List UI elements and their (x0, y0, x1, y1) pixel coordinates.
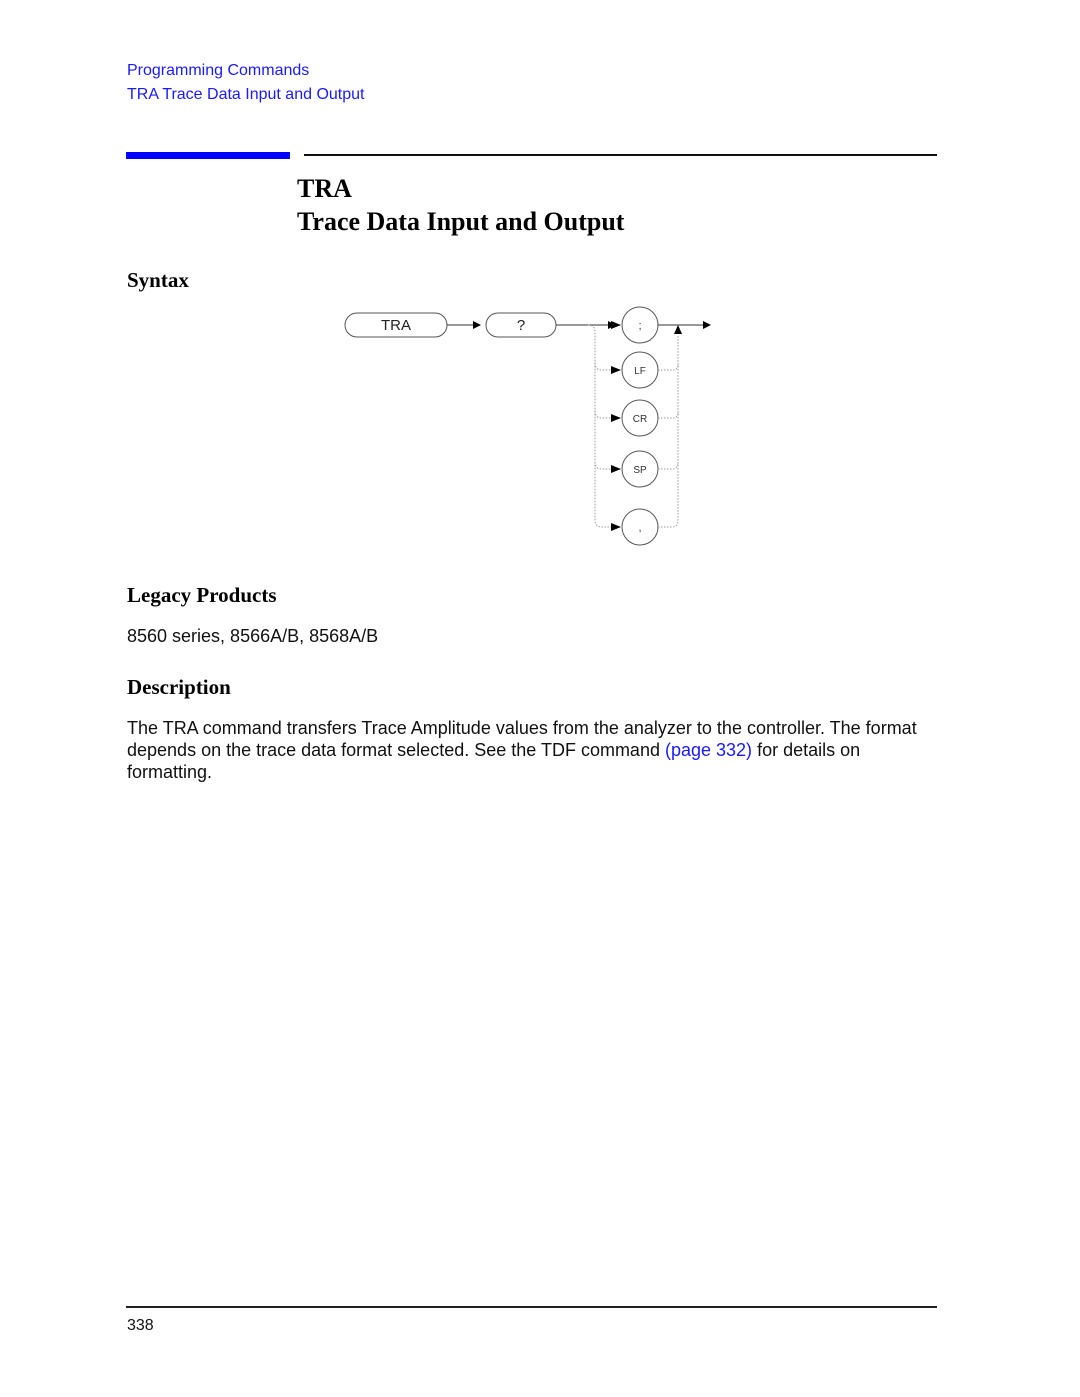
svg-text:,: , (638, 522, 641, 534)
syntax-node-command: TRA (344, 312, 448, 338)
syntax-terminator-lf: LF (621, 351, 659, 389)
description-heading: Description (127, 675, 231, 699)
breadcrumb-link-tra[interactable]: TRA Trace Data Input and Output (127, 83, 364, 107)
syntax-terminator-semicolon: ; (621, 306, 659, 344)
command-title: TRA (297, 174, 352, 203)
command-subtitle: Trace Data Input and Output (297, 207, 625, 236)
syntax-node-query: ? (485, 312, 557, 338)
syntax-branch-right (658, 336, 679, 528)
syntax-terminator-sp: SP (621, 450, 659, 488)
legacy-products-heading: Legacy Products (127, 583, 277, 607)
section-accent-bar (126, 152, 290, 159)
svg-text:SP: SP (633, 465, 647, 476)
syntax-terminator-comma: , (621, 508, 659, 546)
syntax-command-label: TRA (381, 317, 411, 334)
syntax-heading: Syntax (127, 268, 189, 292)
breadcrumb: Programming Commands TRA Trace Data Inpu… (127, 59, 364, 107)
svg-text:;: ; (638, 320, 641, 332)
syntax-diagram: TRA ? ; LF CR SP , (344, 306, 711, 546)
syntax-branch-left (587, 324, 615, 528)
legacy-products-text: 8560 series, 8566A/B, 8568A/B (127, 626, 379, 646)
page-reference-link[interactable]: (page 332) (665, 740, 752, 760)
header-divider (304, 154, 937, 156)
svg-text:LF: LF (634, 366, 646, 377)
footer-divider (126, 1306, 937, 1308)
svg-text:CR: CR (633, 414, 647, 425)
page-number: 338 (127, 1317, 154, 1334)
breadcrumb-link-programming-commands[interactable]: Programming Commands (127, 59, 364, 83)
syntax-query-label: ? (517, 317, 525, 334)
syntax-terminator-cr: CR (621, 399, 659, 437)
description-paragraph: The TRA command transfers Trace Amplitud… (127, 717, 947, 783)
